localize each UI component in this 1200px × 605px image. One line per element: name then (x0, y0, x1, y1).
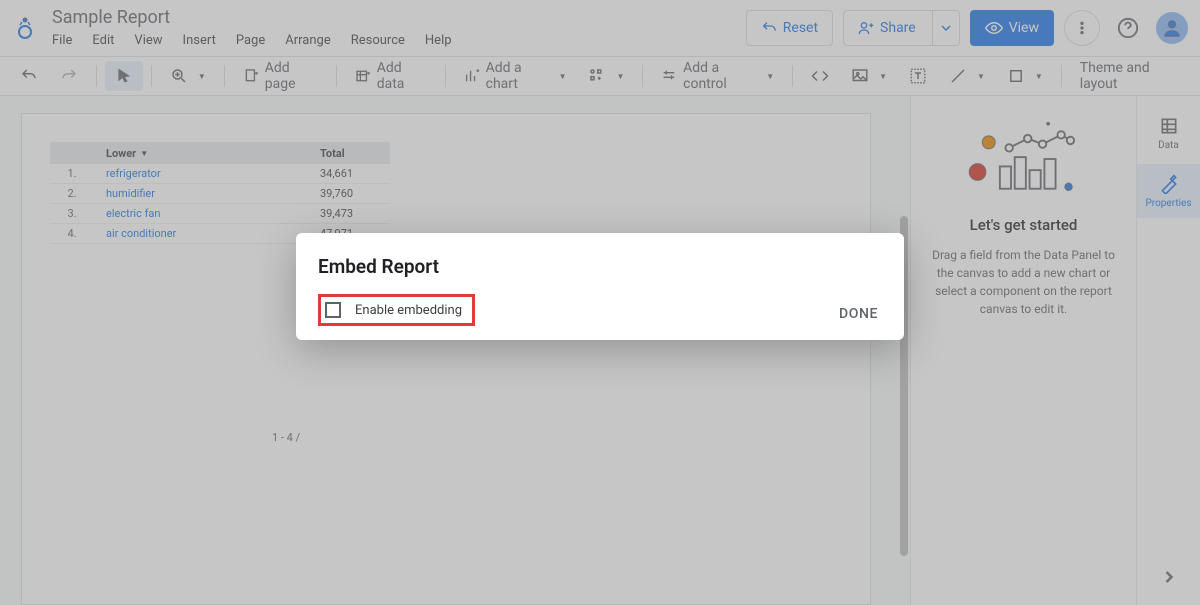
embed-report-dialog: Embed Report Enable embedding DONE (296, 233, 904, 340)
done-button[interactable]: DONE (839, 306, 878, 322)
enable-embedding-option[interactable]: Enable embedding (318, 294, 475, 326)
enable-embedding-checkbox[interactable] (325, 302, 341, 318)
enable-embedding-label: Enable embedding (355, 303, 462, 318)
modal-overlay: Embed Report Enable embedding DONE (0, 0, 1200, 605)
dialog-title: Embed Report (318, 255, 882, 278)
